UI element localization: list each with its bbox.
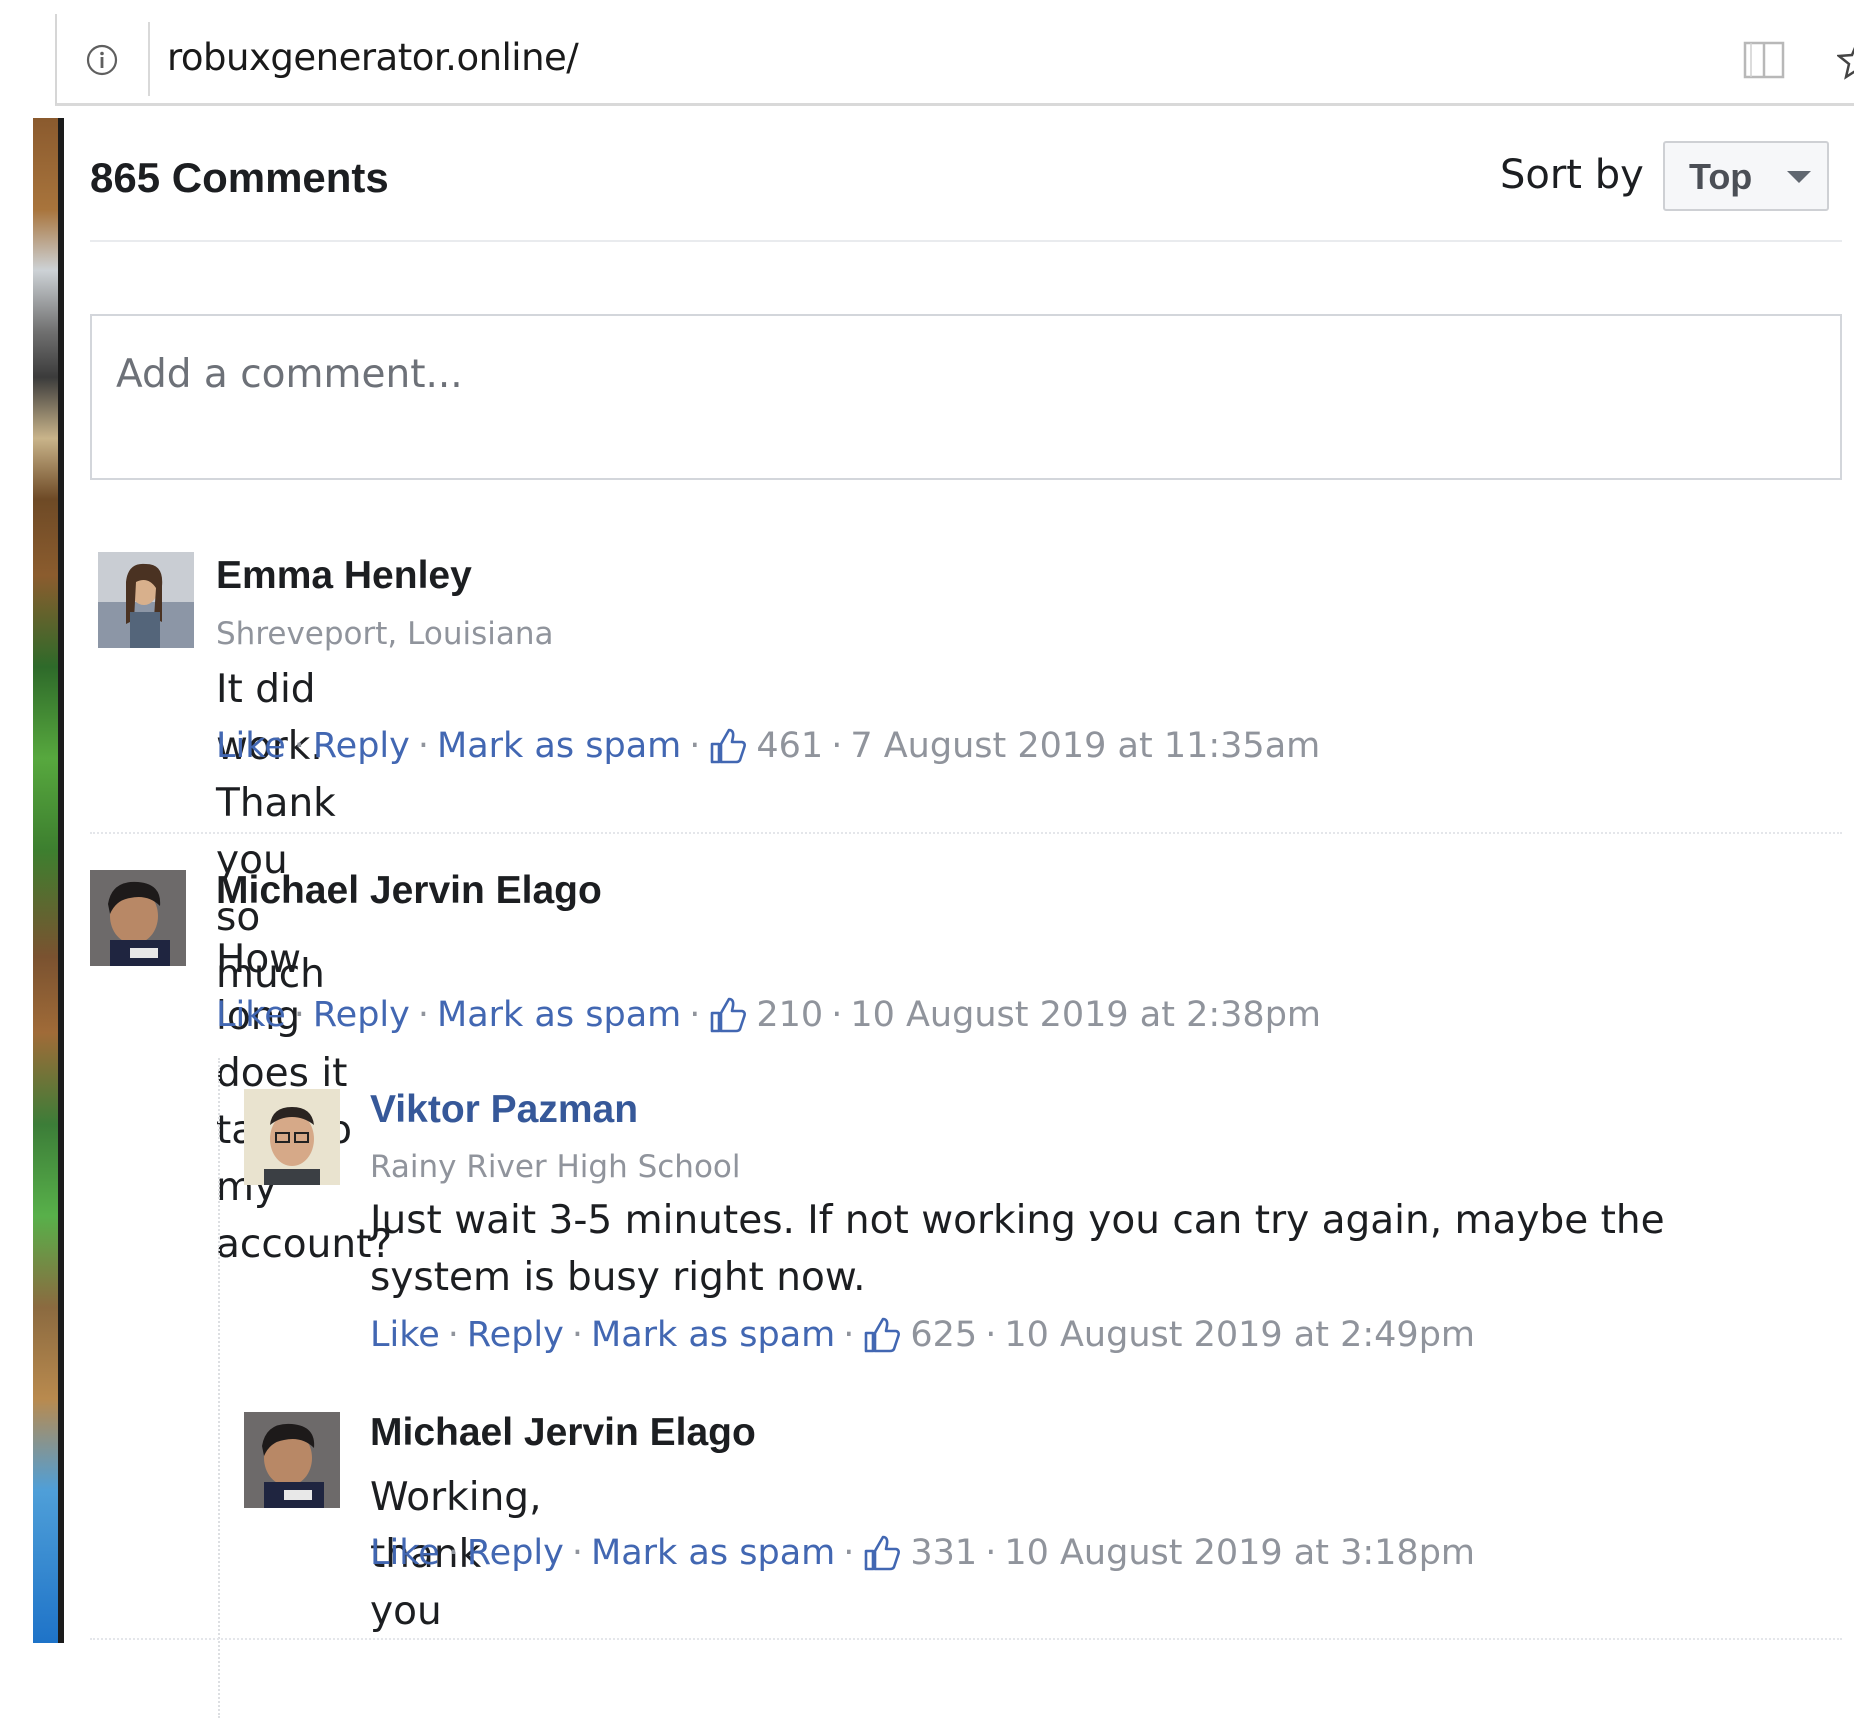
separator: · xyxy=(831,726,843,766)
like-count: 625 xyxy=(910,1315,978,1355)
info-icon[interactable] xyxy=(85,43,119,77)
reply-author[interactable]: Viktor Pazman xyxy=(370,1088,638,1132)
reply-author-subtitle: Rainy River High School xyxy=(370,1149,741,1185)
address-separator xyxy=(148,22,150,96)
reply-thread-line xyxy=(218,1058,220,1718)
like-link[interactable]: Like xyxy=(216,995,286,1035)
separator: · xyxy=(689,726,701,766)
sort-select[interactable]: Top xyxy=(1663,141,1829,211)
separator: · xyxy=(417,726,429,766)
reader-view-icon[interactable] xyxy=(1742,40,1786,80)
separator: · xyxy=(985,1315,997,1355)
separator: · xyxy=(447,1315,459,1355)
comment-input[interactable] xyxy=(92,316,1840,478)
reply-link[interactable]: Reply xyxy=(313,726,410,766)
sort-by-label: Sort by xyxy=(1500,152,1644,198)
star-icon[interactable] xyxy=(1837,40,1854,80)
separator: · xyxy=(843,1315,855,1355)
thumbs-up-icon xyxy=(865,1317,901,1353)
like-link[interactable]: Like xyxy=(370,1315,440,1355)
comment-actions: Like · Reply · Mark as spam · 461 · 7 Au… xyxy=(216,726,1320,766)
thumbs-up-icon xyxy=(711,997,747,1033)
comment-timestamp[interactable]: 10 August 2019 at 2:38pm xyxy=(850,995,1321,1035)
like-count: 461 xyxy=(756,726,824,766)
like-link[interactable]: Like xyxy=(216,726,286,766)
thumbs-up-icon xyxy=(865,1535,901,1571)
mark-as-spam-link[interactable]: Mark as spam xyxy=(591,1533,835,1573)
url-text[interactable]: robuxgenerator.online/ xyxy=(167,36,579,79)
avatar[interactable] xyxy=(98,552,194,648)
add-comment-box[interactable] xyxy=(90,314,1842,480)
like-count: 210 xyxy=(756,995,824,1035)
reply-link[interactable]: Reply xyxy=(313,995,410,1035)
like-count: 331 xyxy=(910,1533,978,1573)
separator: · xyxy=(571,1533,583,1573)
separator: · xyxy=(985,1533,997,1573)
mark-as-spam-link[interactable]: Mark as spam xyxy=(437,995,681,1035)
background-page-strip xyxy=(0,0,64,1643)
avatar[interactable] xyxy=(244,1412,340,1508)
mark-as-spam-link[interactable]: Mark as spam xyxy=(437,726,681,766)
like-link[interactable]: Like xyxy=(370,1533,440,1573)
panel-edge xyxy=(58,118,64,1643)
separator: · xyxy=(293,995,305,1035)
reply-link[interactable]: Reply xyxy=(467,1533,564,1573)
reply-author[interactable]: Michael Jervin Elago xyxy=(370,1411,756,1455)
separator: · xyxy=(571,1315,583,1355)
separator: · xyxy=(689,995,701,1035)
comment-author[interactable]: Michael Jervin Elago xyxy=(216,869,602,913)
separator: · xyxy=(293,726,305,766)
avatar[interactable] xyxy=(90,870,186,966)
separator: · xyxy=(843,1533,855,1573)
chevron-down-icon xyxy=(1787,171,1811,183)
header-divider xyxy=(90,240,1842,242)
reply-link[interactable]: Reply xyxy=(467,1315,564,1355)
reply-actions: Like · Reply · Mark as spam · 331 · 10 A… xyxy=(370,1533,1475,1573)
thumbs-up-icon xyxy=(711,728,747,764)
separator: · xyxy=(447,1533,459,1573)
separator: · xyxy=(831,995,843,1035)
comment-divider xyxy=(90,832,1842,834)
comment-author[interactable]: Emma Henley xyxy=(216,554,472,598)
comment-count: 865 Comments xyxy=(90,154,389,201)
comment-author-subtitle: Shreveport, Louisiana xyxy=(216,616,554,652)
reply-text: Just wait 3-5 minutes. If not working yo… xyxy=(370,1198,1665,1300)
comment-divider xyxy=(90,1638,1842,1640)
reply-timestamp[interactable]: 10 August 2019 at 3:18pm xyxy=(1004,1533,1475,1573)
mark-as-spam-link[interactable]: Mark as spam xyxy=(591,1315,835,1355)
reply-actions: Like · Reply · Mark as spam · 625 · 10 A… xyxy=(370,1315,1475,1355)
comment-actions: Like · Reply · Mark as spam · 210 · 10 A… xyxy=(216,995,1321,1035)
comment-timestamp[interactable]: 7 August 2019 at 11:35am xyxy=(850,726,1320,766)
sort-value: Top xyxy=(1689,156,1753,197)
avatar[interactable] xyxy=(244,1089,340,1185)
separator: · xyxy=(417,995,429,1035)
address-bar[interactable]: robuxgenerator.online/ xyxy=(55,14,1854,106)
reply-timestamp[interactable]: 10 August 2019 at 2:49pm xyxy=(1004,1315,1475,1355)
